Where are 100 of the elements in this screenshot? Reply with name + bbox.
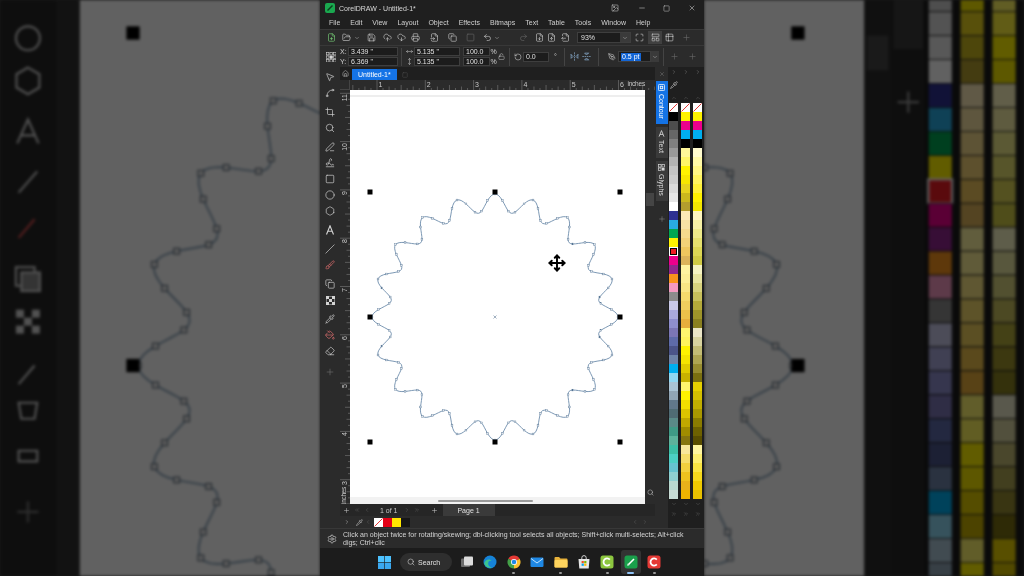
mail-icon[interactable] bbox=[530, 555, 545, 569]
color-swatch[interactable] bbox=[669, 202, 678, 211]
close-icon[interactable] bbox=[658, 71, 665, 77]
selection-handle[interactable] bbox=[492, 189, 498, 195]
start-icon[interactable] bbox=[377, 555, 391, 569]
color-swatch[interactable] bbox=[669, 292, 678, 301]
color-swatch[interactable] bbox=[693, 481, 702, 490]
color-swatch[interactable] bbox=[669, 247, 678, 256]
color-swatch[interactable] bbox=[669, 229, 678, 238]
pointer-icon[interactable] bbox=[325, 72, 335, 82]
color-swatch[interactable] bbox=[693, 274, 702, 283]
color-swatch[interactable] bbox=[669, 166, 678, 175]
color-swatch[interactable] bbox=[681, 274, 690, 283]
color-swatch[interactable] bbox=[693, 337, 702, 346]
eyedropper-icon[interactable] bbox=[669, 81, 678, 89]
color-swatch[interactable] bbox=[669, 112, 678, 121]
color-swatch[interactable] bbox=[693, 454, 702, 463]
color-swatch[interactable] bbox=[693, 445, 702, 454]
curve-node-icon[interactable] bbox=[325, 88, 335, 98]
color-swatch[interactable] bbox=[681, 418, 690, 427]
color-swatch[interactable] bbox=[693, 130, 702, 139]
color-swatch[interactable] bbox=[669, 391, 678, 400]
color-swatch[interactable] bbox=[693, 409, 702, 418]
color-swatch[interactable] bbox=[693, 400, 702, 409]
print-icon[interactable] bbox=[410, 33, 420, 42]
color-swatch[interactable] bbox=[669, 481, 678, 490]
overlapping-squares-icon[interactable] bbox=[325, 279, 335, 289]
eraser-icon[interactable] bbox=[325, 346, 335, 356]
copy-icon[interactable] bbox=[447, 33, 457, 42]
ellipse-icon[interactable] bbox=[325, 190, 335, 200]
scrollbar-thumb[interactable] bbox=[646, 193, 654, 206]
color-swatch[interactable] bbox=[681, 130, 690, 139]
color-swatch[interactable] bbox=[693, 364, 702, 373]
caret-icon[interactable] bbox=[494, 34, 500, 41]
search-icon[interactable] bbox=[407, 558, 415, 566]
color-swatch[interactable] bbox=[669, 211, 678, 220]
save-icon[interactable] bbox=[366, 33, 376, 42]
selection-handle[interactable] bbox=[367, 189, 373, 195]
rectangle-icon[interactable] bbox=[325, 174, 335, 184]
color-swatch[interactable] bbox=[669, 463, 678, 472]
publish-icon[interactable] bbox=[560, 33, 570, 42]
color-swatch[interactable] bbox=[693, 355, 702, 364]
color-swatch[interactable] bbox=[693, 427, 702, 436]
color-swatch[interactable] bbox=[693, 112, 702, 121]
color-swatch[interactable] bbox=[693, 202, 702, 211]
color-swatch[interactable] bbox=[681, 328, 690, 337]
color-swatch[interactable] bbox=[681, 292, 690, 301]
color-swatch[interactable] bbox=[693, 211, 702, 220]
eyedropper-icon[interactable] bbox=[355, 518, 363, 526]
color-swatch[interactable] bbox=[669, 175, 678, 184]
color-swatch[interactable] bbox=[681, 409, 690, 418]
color-swatch[interactable] bbox=[681, 463, 690, 472]
color-swatch[interactable] bbox=[693, 472, 702, 481]
color-swatch[interactable] bbox=[681, 229, 690, 238]
diagonal-line-icon[interactable] bbox=[325, 244, 335, 254]
color-swatch[interactable] bbox=[681, 382, 690, 391]
color-swatch[interactable] bbox=[693, 310, 702, 319]
color-swatch[interactable] bbox=[681, 175, 690, 184]
pen-nib-icon[interactable] bbox=[608, 52, 616, 61]
color-swatch[interactable] bbox=[669, 382, 678, 391]
color-swatch[interactable] bbox=[669, 121, 678, 130]
color-swatch[interactable] bbox=[669, 409, 678, 418]
add-page-icon[interactable] bbox=[342, 506, 350, 514]
color-swatch[interactable] bbox=[681, 337, 690, 346]
color-swatch[interactable] bbox=[681, 427, 690, 436]
color-swatch[interactable] bbox=[669, 418, 678, 427]
task-view-icon[interactable] bbox=[460, 555, 474, 569]
color-swatch[interactable] bbox=[669, 328, 678, 337]
color-swatch[interactable] bbox=[669, 454, 678, 463]
color-swatch[interactable] bbox=[681, 157, 690, 166]
table-icon[interactable] bbox=[664, 33, 674, 42]
color-swatch[interactable] bbox=[681, 211, 690, 220]
cloud-upload-icon[interactable] bbox=[382, 33, 392, 42]
store-bag-icon[interactable] bbox=[576, 555, 591, 569]
color-swatch[interactable] bbox=[669, 193, 678, 202]
color-swatch[interactable] bbox=[681, 346, 690, 355]
color-swatch[interactable] bbox=[669, 256, 678, 265]
folder-icon[interactable] bbox=[553, 555, 568, 569]
add-page-icon[interactable] bbox=[431, 506, 438, 514]
mirror-horizontal-icon[interactable] bbox=[569, 52, 579, 61]
width-icon[interactable] bbox=[405, 48, 413, 55]
color-swatch[interactable] bbox=[669, 319, 678, 328]
color-swatch[interactable] bbox=[669, 184, 678, 193]
pen-line-icon[interactable] bbox=[325, 142, 335, 152]
color-swatch[interactable] bbox=[681, 247, 690, 256]
color-swatch[interactable] bbox=[681, 364, 690, 373]
color-swatch[interactable] bbox=[681, 220, 690, 229]
selection-handle[interactable] bbox=[617, 439, 623, 445]
color-swatch[interactable] bbox=[669, 274, 678, 283]
document-arrow-icon[interactable] bbox=[429, 33, 439, 42]
letter-a-icon[interactable] bbox=[325, 225, 335, 235]
ring-logo-icon[interactable] bbox=[600, 555, 615, 569]
plus-icon[interactable] bbox=[669, 52, 679, 61]
color-swatch[interactable] bbox=[669, 283, 678, 292]
color-swatch[interactable] bbox=[669, 445, 678, 454]
minimize-icon[interactable] bbox=[637, 4, 646, 12]
color-swatch[interactable] bbox=[681, 445, 690, 454]
color-swatch[interactable] bbox=[693, 418, 702, 427]
caret-icon[interactable] bbox=[354, 34, 360, 41]
close-icon[interactable] bbox=[687, 4, 696, 12]
